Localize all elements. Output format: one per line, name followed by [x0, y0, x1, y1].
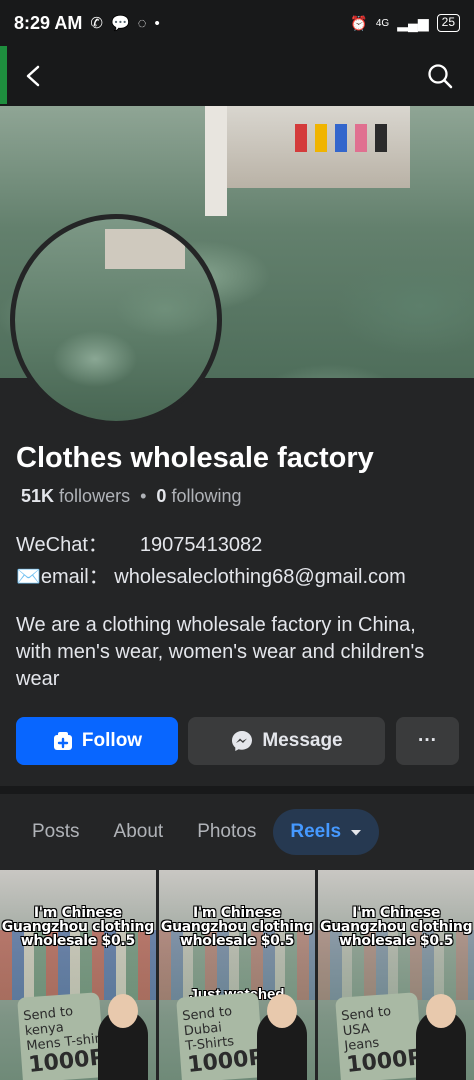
sync-icon: ◌ — [137, 14, 147, 32]
search-icon — [428, 64, 453, 89]
caret-down-icon — [351, 830, 362, 836]
arrow-left-icon — [26, 65, 40, 87]
wechat-label: WeChat： — [16, 534, 108, 556]
reel-caption-line: wholesale $0.5 — [339, 933, 454, 949]
search-button[interactable] — [424, 60, 456, 92]
tab-photos[interactable]: Photos — [180, 809, 273, 855]
follow-button[interactable]: Follow — [16, 717, 178, 765]
reel-caption: I'm Chinese Guangzhou clothing wholesale… — [159, 906, 316, 948]
reel-caption-line: I'm Chinese — [193, 905, 281, 921]
status-bar: 8:29 AM ✆ 💬 ◌ • ⏰ 4G ▂▄▆ 25 — [0, 0, 474, 46]
tab-reels[interactable]: Reels — [273, 809, 380, 855]
profile-tabs: Posts About Photos Reels — [0, 794, 474, 870]
reel-caption-line: Guangzhou clothing — [320, 919, 473, 935]
status-time: 8:29 AM — [14, 12, 83, 33]
profile-stats: 51K followers • 0 following — [21, 486, 242, 507]
message-button[interactable]: Message — [188, 717, 385, 765]
reel-caption: I'm Chinese Guangzhou clothing wholesale… — [318, 906, 474, 948]
reel-caption-line: wholesale $0.5 — [20, 933, 135, 949]
stats-separator: • — [140, 486, 147, 506]
cover-rack — [295, 124, 307, 152]
reel-thumbnail[interactable]: I'm Chinese Guangzhou clothing wholesale… — [0, 870, 156, 1080]
cover-rack — [375, 124, 387, 152]
email-line: ✉️email： wholesaleclothing68@gmail.com — [16, 560, 406, 589]
reels-grid: I'm Chinese Guangzhou clothing wholesale… — [0, 870, 474, 1080]
reel-thumbnail[interactable]: I'm Chinese Guangzhou clothing wholesale… — [158, 870, 316, 1080]
following-count[interactable]: 0 — [156, 486, 166, 506]
message-label: Message — [262, 730, 343, 751]
tab-posts[interactable]: Posts — [15, 809, 97, 855]
more-options-button[interactable]: ··· — [396, 717, 459, 765]
avatar-store-background — [105, 229, 185, 269]
battery-icon: 25 — [436, 14, 460, 32]
reel-face — [426, 994, 457, 1028]
reel-thumbnail[interactable]: I'm Chinese Guangzhou clothing wholesale… — [318, 870, 474, 1080]
section-divider — [0, 786, 474, 794]
tab-about[interactable]: About — [97, 809, 181, 855]
chat-bubble-icon: 💬 — [110, 15, 130, 32]
tab-label: Reels — [290, 821, 342, 842]
email-label: ✉️email： — [16, 566, 109, 588]
back-button[interactable] — [18, 60, 50, 92]
more-icon: ··· — [418, 730, 437, 751]
battery-level: 25 — [441, 15, 455, 29]
reel-caption-line: wholesale $0.5 — [179, 933, 295, 949]
cover-rack — [315, 124, 327, 152]
cover-store-background — [225, 106, 410, 188]
wechat-line: WeChat： 19075413082 — [16, 528, 262, 557]
followers-label[interactable]: followers — [59, 486, 130, 506]
reel-caption-line: I'm Chinese — [352, 905, 441, 921]
reel-caption-line: Guangzhou clothing — [160, 919, 314, 935]
reel-bag-text: Send to kenya Mens T-shirt 1000Pcs — [23, 1001, 133, 1078]
wechat-value: 19075413082 — [139, 534, 263, 556]
reel-caption-line: I'm Chinese — [33, 905, 122, 921]
whatsapp-icon: ✆ — [90, 15, 103, 32]
cover-rack — [335, 124, 347, 152]
messenger-icon — [232, 731, 253, 751]
cover-rack — [355, 124, 367, 152]
top-nav-bar — [0, 46, 474, 106]
reel-bag-text: Send to USA Jeans 1000Pcs — [341, 1001, 451, 1078]
reel-bag-text: Send to Dubai T-Shirts 1000Pcs — [181, 1001, 291, 1078]
following-label[interactable]: following — [171, 486, 241, 506]
profile-bio: We are a clothing wholesale factory in C… — [16, 614, 425, 690]
side-indicator — [0, 46, 7, 104]
reel-caption-line: Guangzhou clothing — [1, 919, 155, 935]
page-title: Clothes wholesale factory — [16, 442, 374, 474]
tab-label: About — [113, 821, 164, 842]
reel-face — [107, 994, 138, 1028]
tab-label: Photos — [197, 821, 257, 842]
dot-icon: • — [154, 14, 160, 32]
alarm-icon: ⏰ — [350, 14, 368, 31]
network-label: 4G — [375, 17, 390, 29]
reel-caption: I'm Chinese Guangzhou clothing wholesale… — [0, 906, 156, 948]
profile-avatar[interactable] — [10, 214, 222, 426]
followers-count[interactable]: 51K — [21, 486, 54, 506]
signal-icon: ▂▄▆ — [397, 14, 429, 31]
tab-label: Posts — [32, 821, 80, 842]
follow-page-icon — [53, 732, 72, 750]
cover-pillar — [205, 106, 227, 216]
email-value[interactable]: wholesaleclothing68@gmail.com — [114, 566, 406, 588]
follow-label: Follow — [81, 730, 143, 751]
